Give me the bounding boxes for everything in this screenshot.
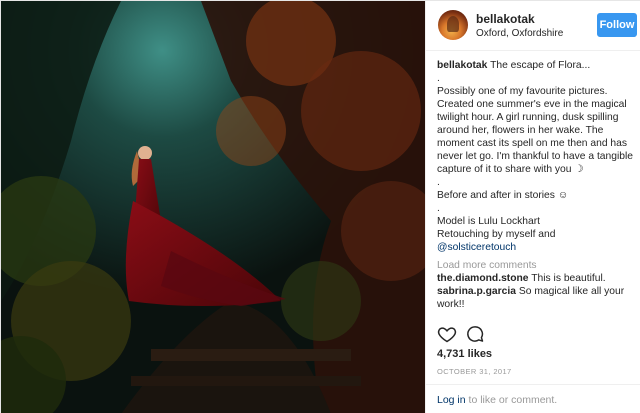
comment-icon[interactable] (465, 324, 485, 344)
comments-area: bellakotak The escape of Flora... . Poss… (437, 59, 637, 311)
caption-retouch: Retouching by myself and (437, 229, 556, 240)
mention-link[interactable]: @solsticeretouch (437, 242, 516, 253)
post-sidebar: bellakotak Oxford, Oxfordshire Follow be… (425, 1, 640, 413)
header-location[interactable]: Oxford, Oxfordshire (476, 28, 563, 39)
caption-model: Model is Lulu Lockhart (437, 216, 541, 227)
caption-dot: . (437, 177, 440, 188)
avatar[interactable] (438, 10, 468, 40)
caption-dot: . (437, 203, 440, 214)
heart-icon[interactable] (437, 324, 457, 344)
header-username[interactable]: bellakotak (476, 12, 535, 26)
post-date[interactable]: OCTOBER 31, 2017 (437, 367, 512, 376)
post-header: bellakotak Oxford, Oxfordshire Follow (426, 1, 640, 51)
caption-username[interactable]: bellakotak (437, 60, 487, 71)
load-more-comments[interactable]: Load more comments (437, 259, 637, 272)
login-rest: to like or comment. (465, 394, 558, 406)
comment-text: This is beautiful. (531, 273, 606, 284)
post-photo[interactable] (1, 1, 425, 413)
action-bar (437, 324, 637, 344)
follow-button[interactable]: Follow (597, 13, 637, 37)
caption-text: Possibly one of my favourite pictures. C… (437, 86, 634, 175)
comment: sabrina.p.garcia So magical like all you… (437, 285, 637, 311)
instagram-post-embed: bellakotak Oxford, Oxfordshire Follow be… (0, 0, 640, 413)
login-footer: Log in to like or comment. (426, 384, 640, 413)
caption-dot: . (437, 73, 440, 84)
caption-title: The escape of Flora... (490, 60, 591, 71)
comment: the.diamond.stone This is beautiful. (437, 272, 637, 285)
login-prompt: Log in to like or comment. (437, 394, 557, 406)
like-count[interactable]: 4,731 likes (437, 348, 492, 360)
comment-username[interactable]: sabrina.p.garcia (437, 286, 516, 297)
caption-before-after: Before and after in stories ☺ (437, 190, 569, 201)
comment-username[interactable]: the.diamond.stone (437, 273, 529, 284)
caption: bellakotak The escape of Flora... (437, 59, 637, 72)
login-link[interactable]: Log in (437, 394, 466, 406)
